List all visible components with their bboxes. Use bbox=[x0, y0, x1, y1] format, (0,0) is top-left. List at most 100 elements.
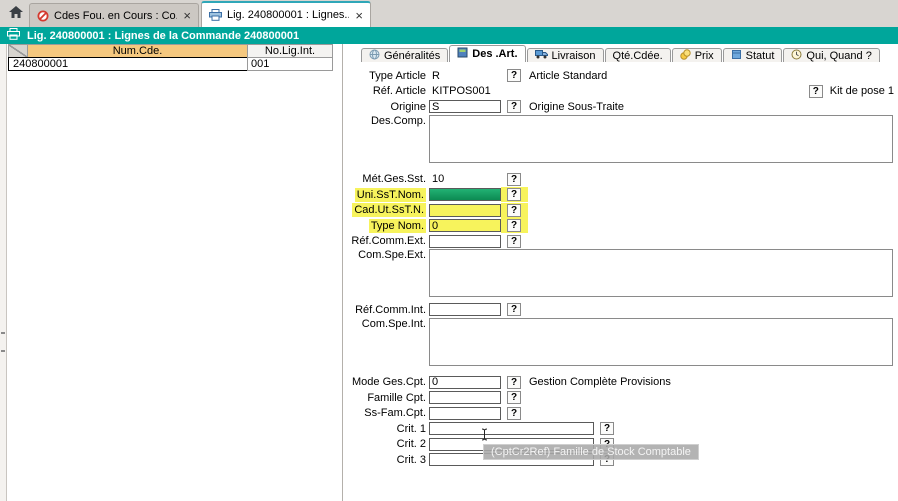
mode-ges-cpt-input[interactable] bbox=[429, 376, 501, 389]
window-tab-label: Lig. 240800001 : Lignes... bbox=[227, 9, 349, 21]
tab-label: Des .Art. bbox=[472, 48, 517, 60]
close-icon[interactable]: × bbox=[183, 9, 191, 22]
help-button[interactable]: ? bbox=[507, 188, 521, 201]
help-button[interactable]: ? bbox=[507, 407, 521, 420]
origine-input[interactable] bbox=[429, 100, 501, 113]
order-lines-panel: Num.Cde. No.Lig.Int. 240800001 001 bbox=[7, 44, 343, 501]
famille-cpt-input[interactable] bbox=[429, 391, 501, 404]
field-label: Type Article bbox=[369, 70, 426, 82]
row-origine: Origine ? Origine Sous-Traite bbox=[348, 99, 898, 115]
row-ref-comm-int: Réf.Comm.Int. ? bbox=[348, 302, 898, 318]
tab-statut[interactable]: Statut bbox=[723, 48, 783, 62]
tab-qte-cdee[interactable]: Qté.Cdée. bbox=[605, 48, 671, 62]
row-mode-ges-cpt: Mode Ges.Cpt. ? Gestion Complète Provisi… bbox=[348, 375, 898, 391]
tab-des-art[interactable]: Des .Art. bbox=[449, 45, 525, 62]
window-tab-lig[interactable]: Lig. 240800001 : Lignes... × bbox=[201, 1, 371, 27]
tab-qui-quand[interactable]: Qui, Quand ? bbox=[783, 48, 879, 62]
type-nom-input[interactable] bbox=[429, 219, 501, 232]
printer-icon bbox=[7, 28, 20, 43]
splitter-grip-icon bbox=[1, 332, 5, 334]
page-title: Lig. 240800001 : Lignes de la Commande 2… bbox=[27, 30, 299, 42]
home-button[interactable] bbox=[3, 2, 29, 26]
row-crit-1: Crit. 1 ? bbox=[348, 421, 898, 437]
highlight-wrap: ? bbox=[501, 187, 528, 202]
tab-prix[interactable]: Prix bbox=[672, 48, 722, 62]
field-label: Uni.SsT.Nom. bbox=[355, 188, 426, 202]
help-button[interactable]: ? bbox=[507, 100, 521, 113]
row-ref-article: Réf. Article KITPOS001 ? Kit de pose 1 bbox=[348, 84, 898, 100]
field-label: Origine bbox=[391, 101, 426, 113]
help-button[interactable]: ? bbox=[507, 303, 521, 316]
line-detail-panel: Généralités Des .Art. Livraison Qté.Cdée… bbox=[348, 44, 898, 501]
ref-article-value: KITPOS001 bbox=[429, 85, 501, 97]
field-label: Ss-Fam.Cpt. bbox=[364, 407, 426, 419]
mode-ges-cpt-desc: Gestion Complète Provisions bbox=[529, 376, 671, 388]
help-button[interactable]: ? bbox=[507, 69, 521, 82]
ref-comm-ext-input[interactable] bbox=[429, 235, 501, 248]
globe-icon bbox=[369, 49, 380, 63]
help-button[interactable]: ? bbox=[600, 422, 614, 435]
window-tab-cdes-fou[interactable]: Cdes Fou. en Cours : Co... × bbox=[29, 3, 199, 27]
origine-desc: Origine Sous-Traite bbox=[529, 101, 624, 113]
row-famille-cpt: Famille Cpt. ? bbox=[348, 390, 898, 406]
field-label: Mode Ges.Cpt. bbox=[352, 376, 426, 388]
grid-corner-cell[interactable] bbox=[8, 44, 28, 58]
blocked-icon bbox=[37, 10, 49, 22]
field-label: Crit. 1 bbox=[397, 423, 426, 435]
ref-comm-int-input[interactable] bbox=[429, 303, 501, 316]
com-spe-ext-textarea[interactable] bbox=[429, 249, 893, 297]
row-uni-sst-nom: Uni.SsT.Nom. ? bbox=[348, 187, 898, 203]
crit-1-input[interactable] bbox=[429, 422, 594, 435]
home-icon bbox=[9, 6, 23, 21]
field-label: Cad.Ut.SsT.N. bbox=[352, 203, 426, 217]
com-spe-int-textarea[interactable] bbox=[429, 318, 893, 366]
close-icon[interactable]: × bbox=[355, 9, 363, 22]
cell-num-cde[interactable]: 240800001 bbox=[8, 57, 248, 71]
truck-icon bbox=[535, 49, 548, 62]
printer-icon bbox=[209, 9, 222, 21]
cad-ut-sst-n-input[interactable] bbox=[429, 204, 501, 217]
column-header-no-lig-int[interactable]: No.Lig.Int. bbox=[247, 44, 333, 58]
field-label: Type Nom. bbox=[369, 219, 426, 233]
des-comp-textarea[interactable] bbox=[429, 115, 893, 163]
tab-label: Qui, Quand ? bbox=[806, 50, 871, 62]
tab-generalites[interactable]: Généralités bbox=[361, 48, 448, 62]
field-label: Réf.Comm.Ext. bbox=[351, 235, 426, 247]
row-ss-fam-cpt: Ss-Fam.Cpt. ? bbox=[348, 406, 898, 422]
help-button[interactable]: ? bbox=[507, 376, 521, 389]
row-type-nom: Type Nom. ? bbox=[348, 218, 898, 234]
field-tooltip: (CptCr2Ref) Famille de Stock Comptable bbox=[483, 444, 699, 460]
tab-label: Qté.Cdée. bbox=[613, 50, 663, 62]
type-article-value: R bbox=[429, 70, 501, 82]
type-article-desc: Article Standard bbox=[529, 70, 607, 82]
cell-no-lig-int[interactable]: 001 bbox=[247, 57, 333, 71]
help-button[interactable]: ? bbox=[507, 391, 521, 404]
field-label: Réf. Article bbox=[373, 85, 426, 97]
article-form: Type Article R ? Article Standard Réf. A… bbox=[348, 68, 898, 468]
status-book-icon bbox=[731, 49, 742, 63]
table-row: 240800001 001 bbox=[8, 57, 332, 70]
help-button[interactable]: ? bbox=[507, 235, 521, 248]
row-type-article: Type Article R ? Article Standard bbox=[348, 68, 898, 84]
row-com-spe-ext: Com.Spe.Ext. bbox=[348, 249, 898, 297]
field-label: Réf.Comm.Int. bbox=[355, 304, 426, 316]
ss-fam-cpt-input[interactable] bbox=[429, 407, 501, 420]
left-splitter[interactable] bbox=[0, 44, 7, 501]
highlight-wrap: ? bbox=[501, 218, 528, 233]
help-button[interactable]: ? bbox=[507, 204, 521, 217]
column-header-num-cde[interactable]: Num.Cde. bbox=[27, 44, 248, 58]
help-button[interactable]: ? bbox=[809, 85, 823, 98]
field-label: Com.Spe.Int. bbox=[362, 318, 426, 330]
tab-label: Statut bbox=[746, 50, 775, 62]
row-cad-ut-sst-n: Cad.Ut.SsT.N. ? bbox=[348, 203, 898, 219]
tab-livraison[interactable]: Livraison bbox=[527, 48, 604, 62]
help-button[interactable]: ? bbox=[507, 173, 521, 186]
help-button[interactable]: ? bbox=[507, 219, 521, 232]
row-met-ges-sst: Mét.Ges.Sst. 10 ? bbox=[348, 172, 898, 188]
order-lines-grid: Num.Cde. No.Lig.Int. 240800001 001 bbox=[8, 44, 332, 70]
row-des-comp: Des.Comp. bbox=[348, 115, 898, 163]
field-label: Des.Comp. bbox=[371, 115, 426, 127]
field-label: Mét.Ges.Sst. bbox=[362, 173, 426, 185]
uni-sst-nom-input[interactable] bbox=[429, 188, 501, 201]
main-area: Num.Cde. No.Lig.Int. 240800001 001 Génér… bbox=[0, 44, 898, 501]
